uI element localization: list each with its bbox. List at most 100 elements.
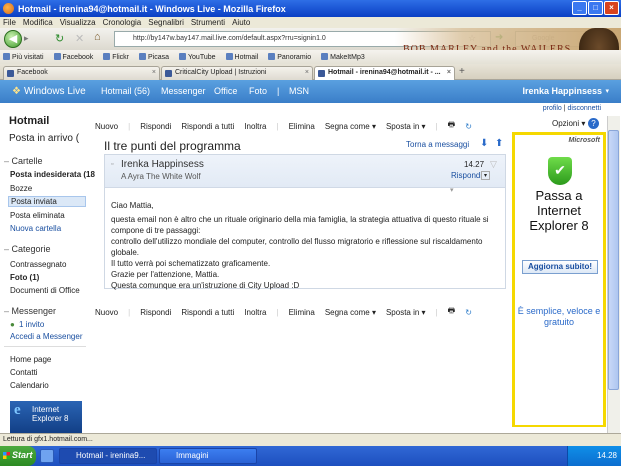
windows-live-logo[interactable]: Windows Live [12,86,86,97]
sidebar-item-contacts[interactable]: Contatti [10,368,38,377]
bookmark-facebook[interactable]: Facebook [54,53,94,61]
start-button[interactable]: Start [0,446,36,466]
menu-visualizza[interactable]: Visualizza [60,18,96,27]
new-button[interactable]: Nuovo [95,308,118,317]
user-menu-chevron-icon[interactable]: ▾ [605,87,609,95]
print-icon[interactable]: 🖶 [448,305,456,319]
delete-button[interactable]: Elimina [289,308,315,317]
new-folder-link[interactable]: Nuova cartella [10,224,61,233]
sidebar-item-drafts[interactable]: Bozze [10,184,32,193]
tab-facebook[interactable]: Facebook × [3,66,160,80]
reply-all-button[interactable]: Rispondi a tutti [181,122,234,131]
reply-link[interactable]: Rispondi [451,171,482,180]
sender-name[interactable]: Irenka Happinsess [121,159,204,170]
new-button[interactable]: Nuovo [95,122,118,131]
refresh-icon[interactable]: ↻ [465,122,472,131]
sidebar-item-junk[interactable]: Posta indesiderata (18 [10,170,95,179]
bookmark-hotmail[interactable]: Hotmail [226,53,259,61]
tab-label: Facebook [17,69,48,76]
categories-heading[interactable]: Categorie [4,244,51,254]
disconnect-link[interactable]: disconnetti [568,105,601,112]
reload-icon[interactable]: ↻ [55,32,64,45]
forward-button[interactable]: Inoltra [244,308,266,317]
collapse-chevron-icon[interactable]: ▾ [450,186,454,194]
maximize-button[interactable]: □ [588,1,603,15]
bookmark-flickr[interactable]: Flickr [103,53,129,61]
update-now-button[interactable]: Aggiorna subito! [522,260,598,274]
nav-msn[interactable]: MSN [289,86,309,96]
url-input[interactable]: http://by147w.bay147.mail.live.com/defau… [114,31,491,47]
invite-link[interactable]: 1 invito [19,320,44,329]
print-icon[interactable]: 🖶 [448,119,456,133]
stop-icon[interactable]: ✕ [75,32,84,45]
sidebar-item-flagged[interactable]: Contrassegnato [10,260,66,269]
tab-close-icon[interactable]: × [305,67,309,79]
tab-close-icon[interactable]: × [447,67,451,79]
mark-as-button[interactable]: Segna come ▾ [325,122,376,131]
menu-modifica[interactable]: Modifica [23,18,53,27]
reply-dropdown-icon[interactable]: ▾ [481,171,490,180]
scrollbar-thumb[interactable] [608,130,619,390]
nav-hotmail[interactable]: Hotmail (56) [101,86,150,96]
nav-messenger[interactable]: Messenger [161,86,206,96]
bookmark-picasa[interactable]: Picasa [139,53,169,61]
messenger-heading[interactable]: Messenger [4,306,57,316]
bookmark-most-visited[interactable]: Più visitati [3,53,44,61]
refresh-icon[interactable]: ↻ [465,308,472,317]
minimize-button[interactable]: _ [572,1,587,15]
forward-arrow-icon[interactable]: ▸ [24,33,29,44]
messenger-signin-link[interactable]: Accedi a Messenger [10,332,82,341]
sidebar-item-calendar[interactable]: Calendario [10,381,49,390]
next-message-icon[interactable]: ⬇ [480,138,488,149]
bookmark-star-icon[interactable]: ☆ [468,33,476,44]
sidebar-item-photos[interactable]: Foto (1) [10,273,39,282]
back-arrow-icon[interactable]: ◀ [4,30,22,48]
reply-button[interactable]: Rispondi [140,308,171,317]
move-to-button[interactable]: Sposta in ▾ [386,308,426,317]
taskbar-item-images[interactable]: Immagini [159,448,257,464]
tab-criticalcity[interactable]: CriticalCity Upload | Istruzioni × [161,66,313,80]
options-button[interactable]: Opzioni ▾ [552,119,585,128]
menu-strumenti[interactable]: Strumenti [191,18,225,27]
close-button[interactable]: × [604,1,619,15]
quicklaunch-icon[interactable] [40,449,54,463]
windows-live-header: Windows Live Hotmail (56) Messenger Offi… [0,80,621,103]
sidebar-item-sent[interactable]: Posta inviata [8,196,86,207]
bookmark-makeitmp3[interactable]: MakeItMp3 [321,53,365,61]
go-icon[interactable]: ➜ [495,32,503,43]
reply-button[interactable]: Rispondi [140,122,171,131]
mark-as-button[interactable]: Segna come ▾ [325,308,376,317]
sidebar-item-home[interactable]: Home page [10,355,51,364]
reply-all-button[interactable]: Rispondi a tutti [181,308,234,317]
forward-button[interactable]: Inoltra [244,122,266,131]
bookmark-youtube[interactable]: YouTube [179,53,216,61]
bookmark-panoramio[interactable]: Panoramio [268,53,311,61]
search-input[interactable]: Google [515,31,595,47]
menu-aiuto[interactable]: Aiuto [232,18,250,27]
delete-button[interactable]: Elimina [289,122,315,131]
help-icon[interactable]: ? [588,118,599,129]
user-name[interactable]: Irenka Happinsess [522,86,602,96]
menu-cronologia[interactable]: Cronologia [103,18,142,27]
profile-link[interactable]: profilo [543,105,562,112]
tab-label: CriticalCity Upload | Istruzioni [175,69,267,76]
previous-message-icon[interactable]: ⬆ [495,138,503,149]
menu-file[interactable]: File [3,18,16,27]
flag-icon[interactable]: ▽ [490,159,497,170]
nav-foto[interactable]: Foto [249,86,267,96]
menu-segnalibri[interactable]: Segnalibri [148,18,184,27]
back-to-messages-link[interactable]: Torna a messaggi [406,140,469,149]
body-line: questa email non è altro che un rituale … [111,215,489,224]
ie8-promo-small[interactable]: Internet Explorer 8 [10,401,82,433]
folders-heading[interactable]: Cartelle [4,156,43,166]
nav-office[interactable]: Office [214,86,237,96]
new-tab-icon[interactable]: + [459,66,465,77]
tab-hotmail[interactable]: Hotmail - irenina94@hotmail.it - ... × [314,66,455,80]
sidebar-item-office-docs[interactable]: Documenti di Office [10,286,80,295]
move-to-button[interactable]: Sposta in ▾ [386,122,426,131]
tab-close-icon[interactable]: × [152,67,156,79]
sidebar-item-inbox[interactable]: Posta in arrivo ( [9,133,79,144]
taskbar-item-firefox[interactable]: Hotmail - irenina9... [59,448,157,464]
home-icon[interactable]: ⌂ [94,31,101,43]
sidebar-item-deleted[interactable]: Posta eliminata [10,211,65,220]
